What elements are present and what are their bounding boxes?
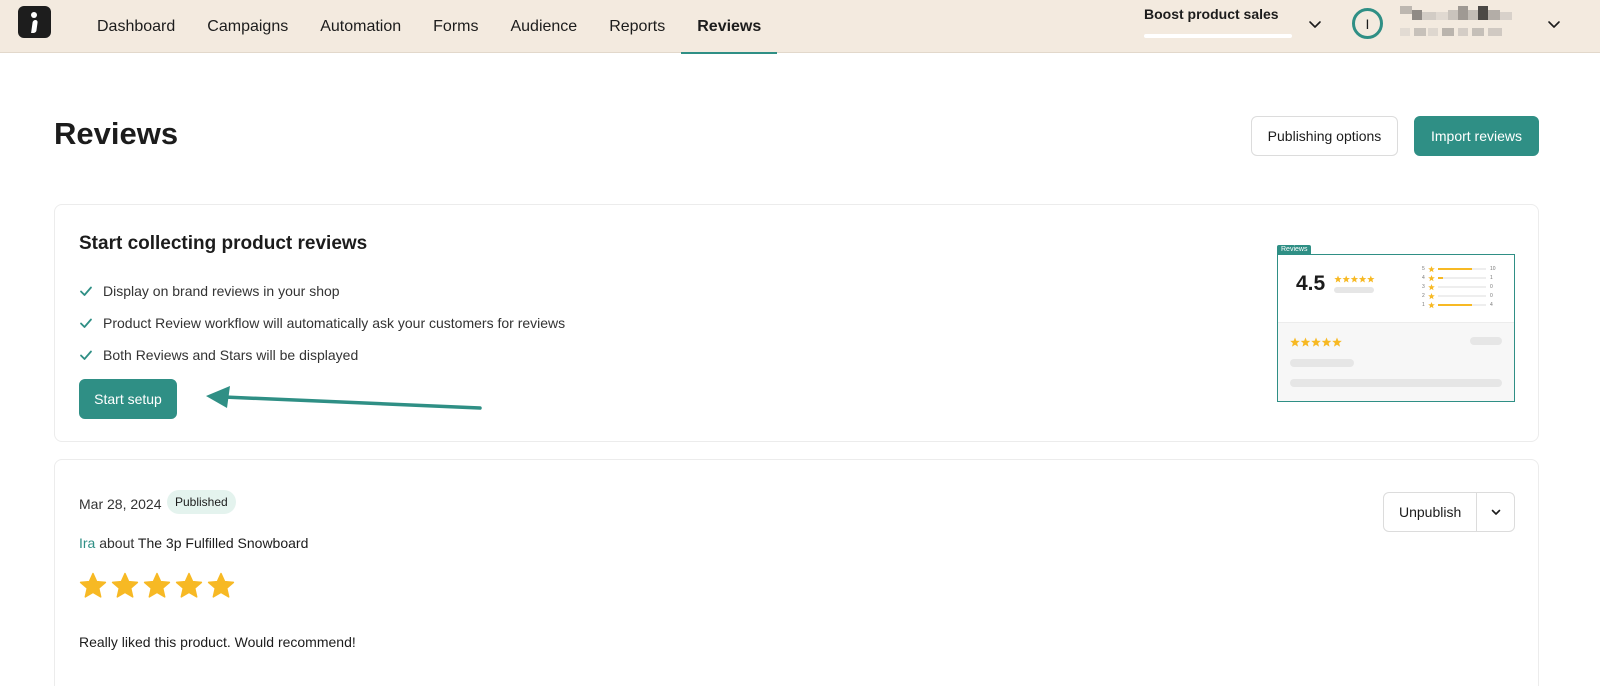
preview-distribution: 5 4 3 2 1 10 1 0 0 4 [1422,266,1502,314]
unpublish-button[interactable]: Unpublish [1384,493,1478,531]
star-icon [1334,275,1375,283]
chevron-down-icon[interactable] [1545,15,1563,33]
star-icon [175,572,203,598]
nav-item-reviews[interactable]: Reviews [681,0,778,54]
dist-label: 2 [1422,293,1425,299]
star-icon [1290,337,1342,347]
publishing-options-button[interactable]: Publishing options [1251,116,1398,156]
star-icon [1428,266,1435,309]
dist-label: 4 [1422,275,1425,281]
dist-count: 1 [1490,275,1493,281]
dist-count: 10 [1490,266,1496,272]
preview-summary: 4.5 5 4 3 2 1 10 1 0 0 4 [1278,255,1514,323]
unpublish-menu-button[interactable] [1477,493,1514,531]
goal-selector[interactable]: Boost product sales [1144,6,1292,40]
start-setup-button[interactable]: Start setup [79,379,177,419]
check-icon [80,350,92,360]
review-about-text: about [99,535,135,551]
avatar[interactable]: I [1352,8,1383,39]
chevron-down-icon[interactable] [1306,15,1324,33]
check-icon [80,318,92,328]
nav-item-reports[interactable]: Reports [593,0,681,53]
import-reviews-button[interactable]: Import reviews [1414,116,1539,156]
nav-item-forms[interactable]: Forms [417,0,494,53]
list-item: Display on brand reviews in your shop [79,275,565,307]
status-badge: Published [167,490,236,514]
account-name-redacted[interactable] [1400,6,1516,40]
check-icon [80,286,92,296]
review-product-name: The 3p Fulfilled Snowboard [137,535,309,551]
review-rating-stars [79,572,235,599]
nav-item-dashboard[interactable]: Dashboard [81,0,191,53]
dist-label: 5 [1422,266,1425,272]
star-icon [207,572,235,598]
preview-rating: 4.5 [1296,272,1326,295]
brand-logo-icon[interactable] [18,6,51,38]
dist-count: 0 [1490,284,1493,290]
dist-label: 3 [1422,284,1425,290]
list-item: Product Review workflow will automatical… [79,307,565,339]
bullet-text: Both Reviews and Stars will be displayed [103,347,359,363]
star-icon [143,572,171,598]
preview-tag: Reviews [1277,245,1312,255]
nav-item-campaigns[interactable]: Campaigns [191,0,304,53]
dist-count: 0 [1490,293,1493,299]
main-nav: Dashboard Campaigns Automation Forms Aud… [81,0,778,54]
list-item: Both Reviews and Stars will be displayed [79,339,565,371]
reviews-widget-preview: Reviews 4.5 5 4 3 2 1 10 1 0 0 4 [1277,245,1515,402]
review-card: Mar 28, 2024 Published Ira about The 3p … [54,459,1539,686]
bullet-text: Product Review workflow will automatical… [103,315,566,331]
goal-progress-bar [1144,34,1292,38]
page-title: Reviews [54,116,179,151]
star-icon [111,572,139,598]
top-navigation-bar: Dashboard Campaigns Automation Forms Aud… [0,0,1600,54]
dist-label: 1 [1422,302,1425,308]
avatar-letter: I [1365,15,1370,32]
review-meta: Ira about The 3p Fulfilled Snowboard [79,535,308,551]
unpublish-split-button: Unpublish [1383,492,1515,532]
bullet-text: Display on brand reviews in your shop [103,283,340,299]
setup-bullet-list: Display on brand reviews in your shop Pr… [79,275,565,371]
annotation-arrow-icon [206,386,482,410]
setup-title: Start collecting product reviews [79,233,368,254]
review-author-link[interactable]: Ira [79,535,95,551]
chevron-down-icon [1491,509,1500,515]
review-text: Really liked this product. Would recomme… [79,634,356,650]
goal-label: Boost product sales [1144,6,1279,22]
nav-item-audience[interactable]: Audience [494,0,593,53]
nav-item-automation[interactable]: Automation [304,0,417,53]
dist-count: 4 [1490,302,1493,308]
star-icon [79,572,107,598]
review-date: Mar 28, 2024 [79,496,162,512]
